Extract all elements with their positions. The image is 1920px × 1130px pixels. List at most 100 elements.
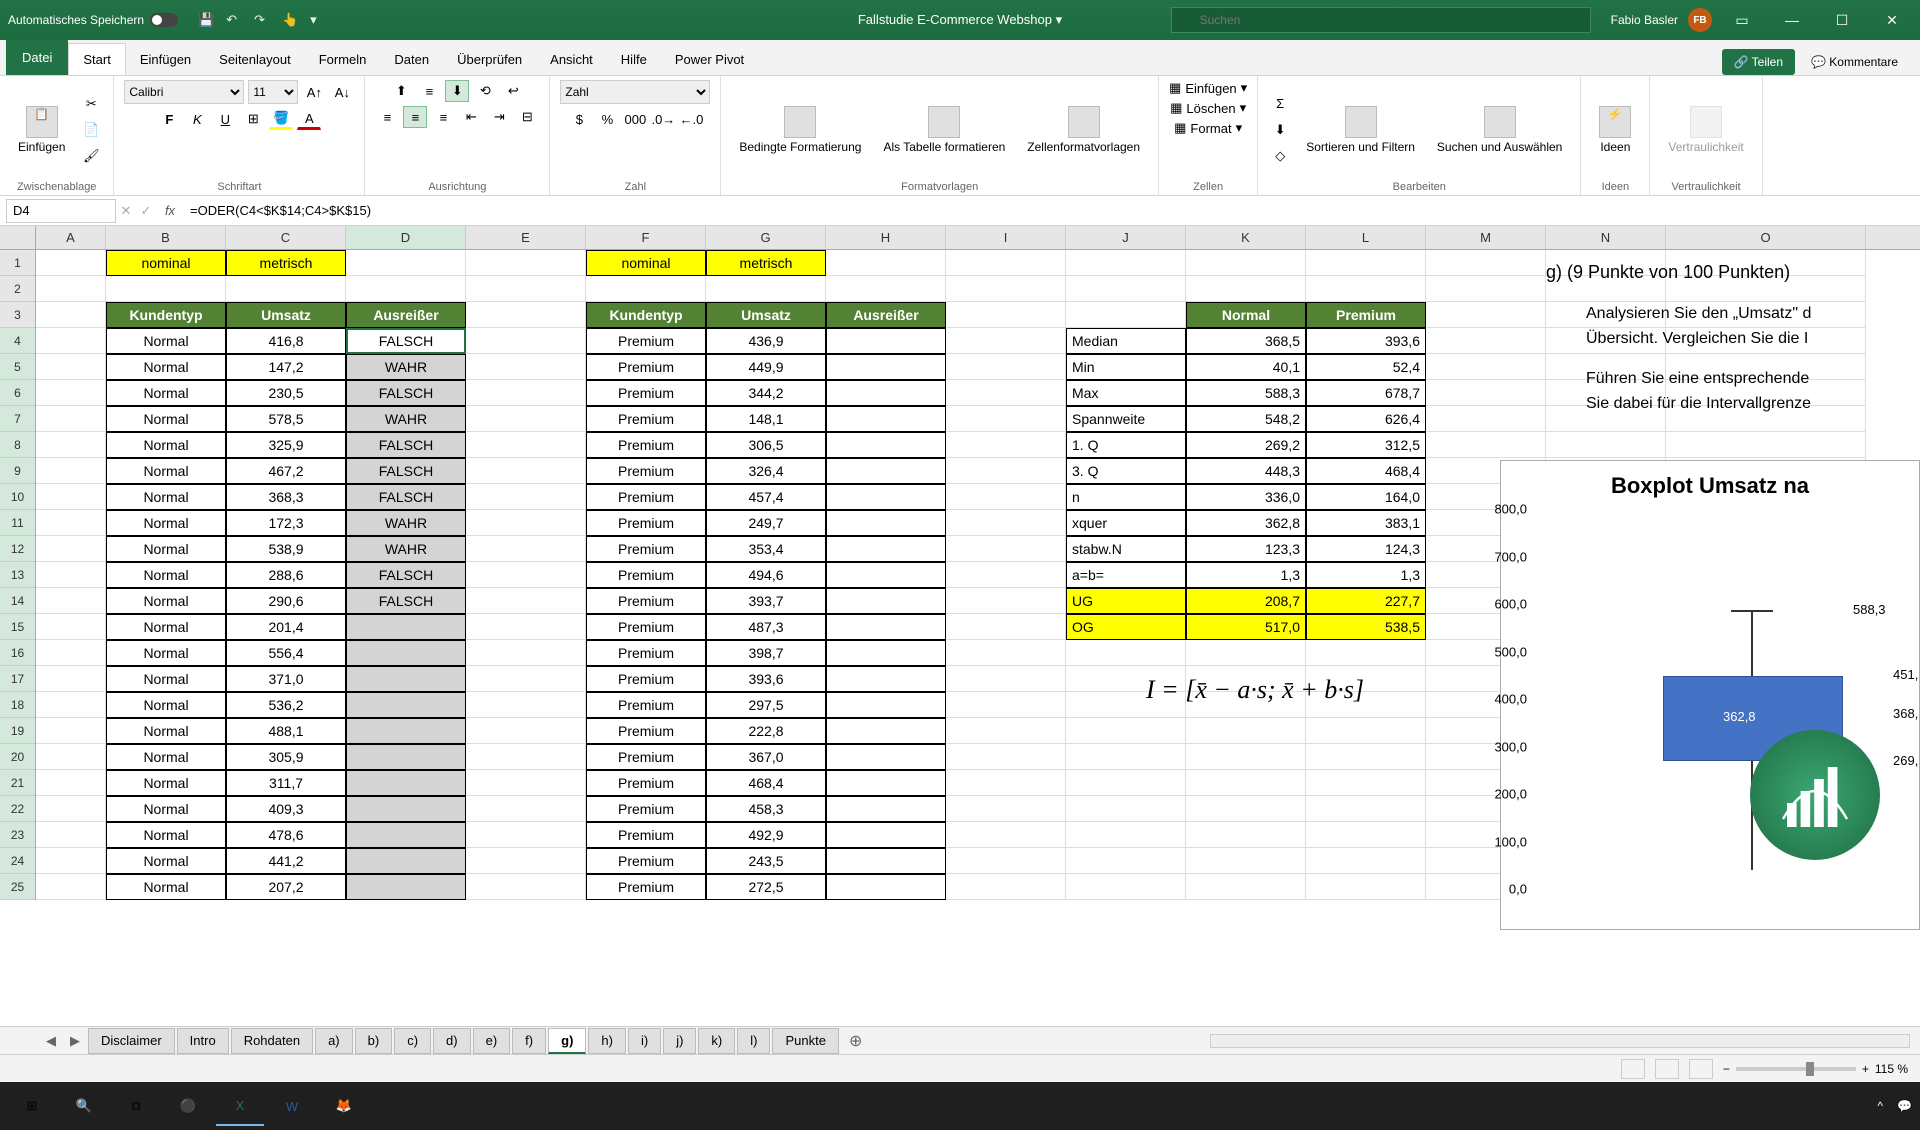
cell-F[interactable]: Premium (586, 510, 706, 536)
cell-L[interactable] (1306, 276, 1426, 302)
cell-C[interactable]: 416,8 (226, 328, 346, 354)
row-14[interactable]: 14 (0, 588, 35, 614)
font-size-select[interactable]: 11 (248, 80, 298, 104)
row-6[interactable]: 6 (0, 380, 35, 406)
cell-L[interactable] (1306, 640, 1426, 666)
cell-F[interactable]: Premium (586, 692, 706, 718)
autosum-icon[interactable]: Σ (1268, 93, 1292, 115)
zoom-in-icon[interactable]: + (1862, 1062, 1869, 1076)
row-23[interactable]: 23 (0, 822, 35, 848)
cell-B[interactable]: Normal (106, 744, 226, 770)
tab-formulas[interactable]: Formeln (305, 44, 381, 75)
cell-D[interactable]: FALSCH (346, 562, 466, 588)
cell-E[interactable] (466, 354, 586, 380)
cell-I[interactable] (946, 614, 1066, 640)
col-N[interactable]: N (1546, 226, 1666, 249)
cell-E[interactable] (466, 380, 586, 406)
cell-A[interactable] (36, 588, 106, 614)
cell-F[interactable]: Kundentyp (586, 302, 706, 328)
autosave-toggle[interactable]: Automatisches Speichern (8, 13, 178, 27)
cell-E[interactable] (466, 848, 586, 874)
cell-D[interactable]: FALSCH (346, 380, 466, 406)
cell-J[interactable] (1066, 640, 1186, 666)
row-7[interactable]: 7 (0, 406, 35, 432)
cell-I[interactable] (946, 432, 1066, 458)
firefox-taskbar-icon[interactable]: 🦊 (320, 1086, 368, 1126)
cell-L[interactable] (1306, 250, 1426, 276)
cell-L[interactable] (1306, 718, 1426, 744)
name-box[interactable] (6, 199, 116, 223)
cell-L[interactable] (1306, 874, 1426, 900)
cell-L[interactable] (1306, 744, 1426, 770)
cell-A[interactable] (36, 562, 106, 588)
cell-C[interactable]: 409,3 (226, 796, 346, 822)
cell-E[interactable] (466, 588, 586, 614)
cell-A[interactable] (36, 848, 106, 874)
cell-A[interactable] (36, 458, 106, 484)
cell-D[interactable] (346, 848, 466, 874)
cell-D[interactable]: WAHR (346, 536, 466, 562)
row-headers[interactable]: 1234567891011121314151617181920212223242… (0, 250, 36, 900)
sensitivity-button[interactable]: Vertraulichkeit (1660, 102, 1751, 158)
cell-M[interactable] (1426, 276, 1546, 302)
cell-G[interactable]: 344,2 (706, 380, 826, 406)
tab-powerpivot[interactable]: Power Pivot (661, 44, 758, 75)
cell-F[interactable]: Premium (586, 458, 706, 484)
cell-H[interactable] (826, 328, 946, 354)
comma-icon[interactable]: 000 (623, 108, 647, 130)
row-19[interactable]: 19 (0, 718, 35, 744)
comments-button[interactable]: 💬 Kommentare (1799, 49, 1910, 75)
col-C[interactable]: C (226, 226, 346, 249)
cell-D[interactable] (346, 718, 466, 744)
cell-G[interactable]: 272,5 (706, 874, 826, 900)
decrease-decimal-icon[interactable]: ←.0 (679, 108, 703, 130)
save-icon[interactable]: 💾 (198, 12, 214, 28)
italic-button[interactable]: K (185, 108, 209, 130)
cell-F[interactable]: Premium (586, 770, 706, 796)
cell-D[interactable]: FALSCH (346, 432, 466, 458)
cell-E[interactable] (466, 406, 586, 432)
row-16[interactable]: 16 (0, 640, 35, 666)
sheet-tab-Disclaimer[interactable]: Disclaimer (88, 1028, 175, 1054)
cell-K[interactable]: 448,3 (1186, 458, 1306, 484)
cell-F[interactable]: Premium (586, 796, 706, 822)
cell-I[interactable] (946, 328, 1066, 354)
sheet-tab-d)[interactable]: d) (433, 1028, 471, 1054)
cell-E[interactable] (466, 536, 586, 562)
cell-G[interactable]: 393,6 (706, 666, 826, 692)
select-all-corner[interactable] (0, 226, 36, 249)
cell-J[interactable] (1066, 276, 1186, 302)
cell-C[interactable]: 536,2 (226, 692, 346, 718)
cell-D[interactable] (346, 276, 466, 302)
cell-E[interactable] (466, 250, 586, 276)
cell-L[interactable]: 678,7 (1306, 380, 1426, 406)
horizontal-scrollbar[interactable] (1210, 1034, 1910, 1048)
cell-D[interactable] (346, 666, 466, 692)
align-right-icon[interactable]: ≡ (431, 106, 455, 128)
wrap-text-icon[interactable]: ↩ (501, 80, 525, 102)
cell-F[interactable]: Premium (586, 562, 706, 588)
cell-J[interactable] (1066, 796, 1186, 822)
col-H[interactable]: H (826, 226, 946, 249)
cell-L[interactable]: Premium (1306, 302, 1426, 328)
cell-I[interactable] (946, 718, 1066, 744)
col-J[interactable]: J (1066, 226, 1186, 249)
cell-B[interactable]: Normal (106, 380, 226, 406)
cell-A[interactable] (36, 744, 106, 770)
cell-B[interactable]: Normal (106, 562, 226, 588)
cell-K[interactable]: 40,1 (1186, 354, 1306, 380)
insert-cells-button[interactable]: ▦ Einfügen ▾ (1169, 80, 1247, 96)
cell-H[interactable] (826, 588, 946, 614)
cell-A[interactable] (36, 380, 106, 406)
cell-M[interactable] (1426, 406, 1546, 432)
cell-I[interactable] (946, 822, 1066, 848)
cell-D[interactable] (346, 614, 466, 640)
cell-J[interactable] (1066, 822, 1186, 848)
font-name-select[interactable]: Calibri (124, 80, 244, 104)
cell-E[interactable] (466, 484, 586, 510)
row-21[interactable]: 21 (0, 770, 35, 796)
cell-K[interactable] (1186, 874, 1306, 900)
cell-K[interactable]: 336,0 (1186, 484, 1306, 510)
cell-J[interactable] (1066, 718, 1186, 744)
col-M[interactable]: M (1426, 226, 1546, 249)
